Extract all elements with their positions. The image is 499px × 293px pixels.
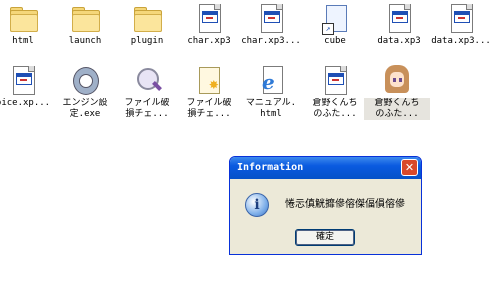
desktop-item-data-xp3-2[interactable]: data.xp3... — [430, 0, 492, 60]
information-dialog: Information ✕ i 惓忈傎觥攠傪傛傑偪傊傛傪 確定 — [229, 156, 422, 255]
folder-icon — [131, 2, 163, 34]
shortcut-icon: ↗ — [319, 2, 351, 35]
desktop-item-plugin[interactable]: plugin — [116, 0, 178, 60]
anime-girl-icon — [381, 64, 413, 96]
exe-icon — [69, 64, 101, 96]
folder-icon — [7, 2, 39, 34]
desktop-item-launch[interactable]: launch — [54, 0, 116, 60]
dialog-message: 惓忈傎觥攠傪傛傑偪傊傛傪 — [285, 199, 405, 210]
desktop-item-kurano-2[interactable]: 倉野くんち のふた... — [364, 62, 430, 122]
desktop-item-data-xp3[interactable]: data.xp3 — [368, 0, 430, 60]
dialog-title: Information — [237, 162, 304, 173]
item-label: char.xp3... — [241, 36, 301, 46]
ie-html-icon: e — [255, 64, 287, 96]
xp3-file-icon — [7, 64, 39, 96]
item-label: ファイル破 損チェ... — [124, 98, 170, 119]
item-label: oice.xp... — [0, 98, 51, 108]
xp3-file-icon — [193, 2, 225, 34]
xp3-file-icon — [383, 2, 415, 34]
info-icon: i — [245, 193, 269, 217]
xp3-file-icon — [445, 2, 477, 34]
item-label: plugin — [130, 36, 164, 46]
desktop-item-kurano-1[interactable]: 倉野くんち のふた... — [304, 62, 366, 122]
desktop-item-char-xp3-2[interactable]: char.xp3... — [240, 0, 302, 60]
page-star-icon: ✸ — [193, 64, 225, 96]
item-label: char.xp3 — [187, 36, 231, 46]
item-label: html — [12, 36, 34, 46]
desktop-item-engine-settings[interactable]: エンジン設 定.exe — [54, 62, 116, 122]
desktop-item-voice-xp3[interactable]: oice.xp... — [0, 62, 54, 122]
desktop-icon-grid: html launch plugin char.xp3 char.xp3... … — [0, 0, 499, 160]
item-label: data.xp3... — [431, 36, 491, 46]
item-label: エンジン設 定.exe — [62, 98, 108, 119]
item-label: launch — [68, 36, 102, 46]
close-button[interactable]: ✕ — [401, 159, 418, 176]
item-label: 倉野くんち のふた... — [312, 98, 358, 119]
xp3-file-icon — [319, 64, 351, 96]
xp3-file-icon — [255, 2, 287, 34]
ok-button[interactable]: 確定 — [295, 229, 355, 246]
dialog-title-bar[interactable]: Information ✕ — [230, 157, 421, 179]
desktop-item-file-check-2[interactable]: ✸ ファイル破 損チェ... — [178, 62, 240, 122]
desktop-item-html[interactable]: html — [0, 0, 54, 60]
magnifier-icon — [131, 64, 163, 96]
item-label: data.xp3 — [377, 36, 421, 46]
desktop-item-file-check-1[interactable]: ファイル破 損チェ... — [116, 62, 178, 122]
item-label: 倉野くんち のふた... — [364, 98, 430, 120]
item-label: マニュアル. html — [245, 98, 297, 119]
item-label: ファイル破 損チェ... — [186, 98, 232, 119]
item-label: cube — [324, 36, 346, 46]
desktop-item-manual-html[interactable]: e マニュアル. html — [240, 62, 302, 122]
desktop-item-cube[interactable]: ↗ cube — [304, 0, 366, 60]
folder-icon — [69, 2, 101, 34]
desktop-item-char-xp3[interactable]: char.xp3 — [178, 0, 240, 60]
